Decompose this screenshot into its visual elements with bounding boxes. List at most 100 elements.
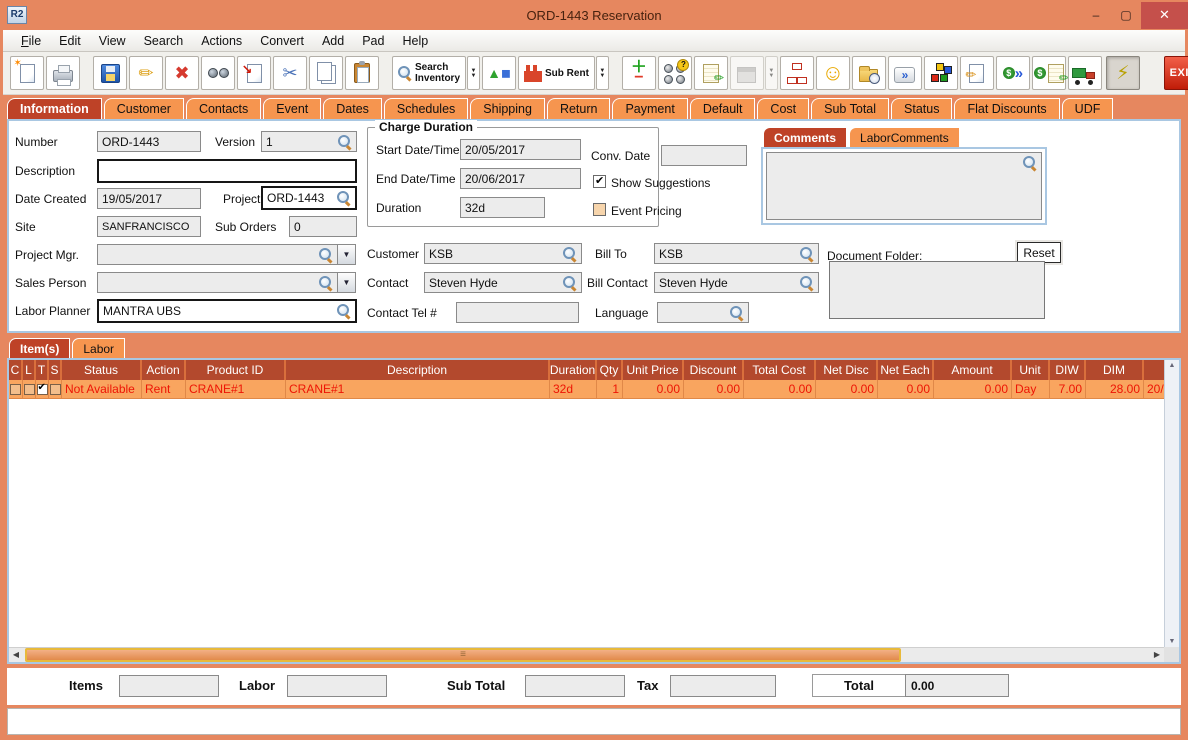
language-field[interactable] (657, 302, 749, 323)
save-button[interactable] (93, 56, 127, 90)
version-field[interactable]: 1 (261, 131, 357, 152)
col-header-extra[interactable] (1144, 360, 1164, 380)
description-field[interactable] (97, 159, 357, 183)
col-header-t[interactable]: T (36, 360, 49, 380)
menu-file[interactable]: File (12, 32, 50, 50)
tab-default[interactable]: Default (689, 98, 756, 119)
shortcut-key-button[interactable]: » (887, 56, 922, 90)
col-header-product-id[interactable]: Product ID (186, 360, 286, 380)
tab-shipping[interactable]: Shipping (470, 98, 545, 119)
tab-contacts[interactable]: Contacts (185, 98, 262, 119)
document-folder-field[interactable] (829, 261, 1045, 319)
date-created-field[interactable]: 19/05/2017 (97, 188, 201, 209)
search-icon[interactable] (800, 275, 814, 290)
search-icon[interactable] (563, 275, 577, 290)
end-date-field[interactable]: 20/06/2017 (460, 168, 581, 189)
project-field[interactable]: ORD-1443 (261, 186, 357, 210)
tab-comments[interactable]: Comments (763, 127, 848, 147)
exit-button[interactable]: EXIT (1163, 56, 1188, 90)
col-header-net-disc[interactable]: Net Disc (816, 360, 878, 380)
tab-customer[interactable]: Customer (103, 98, 184, 119)
col-header-diw[interactable]: DIW (1050, 360, 1086, 380)
search-icon[interactable] (337, 304, 351, 318)
dollar-notes-button[interactable]: $ (1031, 56, 1069, 90)
search-icon[interactable] (800, 246, 814, 261)
col-header-total-cost[interactable]: Total Cost (744, 360, 816, 380)
search-icon[interactable] (338, 134, 352, 149)
tab-information[interactable]: Information (7, 98, 102, 119)
tab-status[interactable]: Status (891, 98, 953, 119)
row-checkbox-t[interactable] (36, 382, 48, 395)
site-field[interactable]: SANFRANCISCO (97, 216, 201, 237)
col-header-unit-price[interactable]: Unit Price (623, 360, 684, 380)
sub-rent-dropdown[interactable]: ▼ ▼ (595, 56, 609, 90)
col-header-net-each[interactable]: Net Each (878, 360, 934, 380)
table-row[interactable]: Not Available Rent CRANE#1 CRANE#1 32d 1… (9, 380, 1164, 399)
row-checkbox-c[interactable] (10, 383, 21, 395)
scroll-down-icon[interactable]: ▼ (1169, 638, 1176, 645)
col-header-c[interactable]: C (9, 360, 23, 380)
scroll-left-icon[interactable]: ◀ (9, 648, 23, 662)
tab-cost[interactable]: Cost (757, 98, 810, 119)
transfer-document-button[interactable] (237, 56, 271, 90)
menu-edit[interactable]: Edit (50, 32, 90, 50)
tab-udf[interactable]: UDF (1061, 98, 1114, 119)
tab-flat-discounts[interactable]: Flat Discounts (954, 98, 1060, 119)
tab-items[interactable]: Item(s) (9, 338, 71, 358)
start-date-field[interactable]: 20/05/2017 (460, 139, 581, 160)
conv-date-field[interactable] (661, 145, 747, 166)
scroll-right-icon[interactable]: ▶ (1150, 648, 1164, 662)
horizontal-scrollbar[interactable]: ◀ ▶ (9, 647, 1164, 662)
col-header-discount[interactable]: Discount (684, 360, 744, 380)
sales-person-dropdown[interactable]: ▼ (337, 272, 356, 293)
edit-button[interactable]: ✏ (129, 56, 163, 90)
reset-button[interactable]: Reset (1017, 242, 1061, 263)
tab-dates[interactable]: Dates (323, 98, 382, 119)
col-header-duration[interactable]: Duration (550, 360, 597, 380)
search-icon[interactable] (563, 246, 577, 261)
event-pricing-checkbox[interactable] (593, 203, 606, 216)
print-button[interactable] (46, 56, 80, 90)
tab-labor-comments[interactable]: LaborComments (849, 127, 960, 147)
col-header-amount[interactable]: Amount (934, 360, 1012, 380)
show-suggestions-checkbox[interactable] (593, 174, 606, 188)
tab-labor[interactable]: Labor (72, 338, 126, 358)
cubes-button[interactable] (923, 56, 958, 90)
search-icon[interactable] (319, 275, 333, 290)
menu-convert[interactable]: Convert (251, 32, 313, 50)
row-checkbox-l[interactable] (23, 383, 35, 395)
menu-help[interactable]: Help (393, 32, 437, 50)
cut-button[interactable]: ✂ (273, 56, 307, 90)
tab-event[interactable]: Event (263, 98, 322, 119)
edit-document-button[interactable] (959, 56, 994, 90)
tab-payment[interactable]: Payment (612, 98, 688, 119)
menu-search[interactable]: Search (135, 32, 193, 50)
menu-add[interactable]: Add (313, 32, 353, 50)
duration-field[interactable]: 32d (460, 197, 545, 218)
delete-button[interactable]: ✖ (165, 56, 199, 90)
tab-return[interactable]: Return (546, 98, 611, 119)
contact-field[interactable]: Steven Hyde (424, 272, 582, 293)
smiley-button[interactable]: ☺ (815, 56, 850, 90)
send-dollar-button[interactable]: $ » (995, 56, 1030, 90)
col-header-l[interactable]: L (23, 360, 36, 380)
col-header-s[interactable]: S (49, 360, 62, 380)
delivery-truck-button[interactable] (1067, 56, 1102, 90)
search-inventory-dropdown[interactable]: ▼ ▼ (467, 56, 481, 90)
menu-pad[interactable]: Pad (353, 32, 393, 50)
find-button[interactable] (201, 56, 235, 90)
search-inventory-button[interactable]: Search Inventory (392, 56, 467, 90)
org-chart-button[interactable] (779, 56, 814, 90)
row-checkbox-s[interactable] (49, 383, 61, 395)
number-field[interactable]: ORD-1443 (97, 131, 201, 152)
search-icon[interactable] (730, 305, 744, 320)
copy-button[interactable] (309, 56, 343, 90)
project-mgr-field[interactable] (97, 244, 338, 265)
menu-view[interactable]: View (90, 32, 135, 50)
col-header-action[interactable]: Action (142, 360, 186, 380)
tab-sub-total[interactable]: Sub Total (811, 98, 890, 119)
horizontal-scroll-thumb[interactable] (25, 648, 901, 662)
availability-button[interactable] (657, 56, 692, 90)
contact-tel-field[interactable] (456, 302, 579, 323)
col-header-unit[interactable]: Unit (1012, 360, 1050, 380)
